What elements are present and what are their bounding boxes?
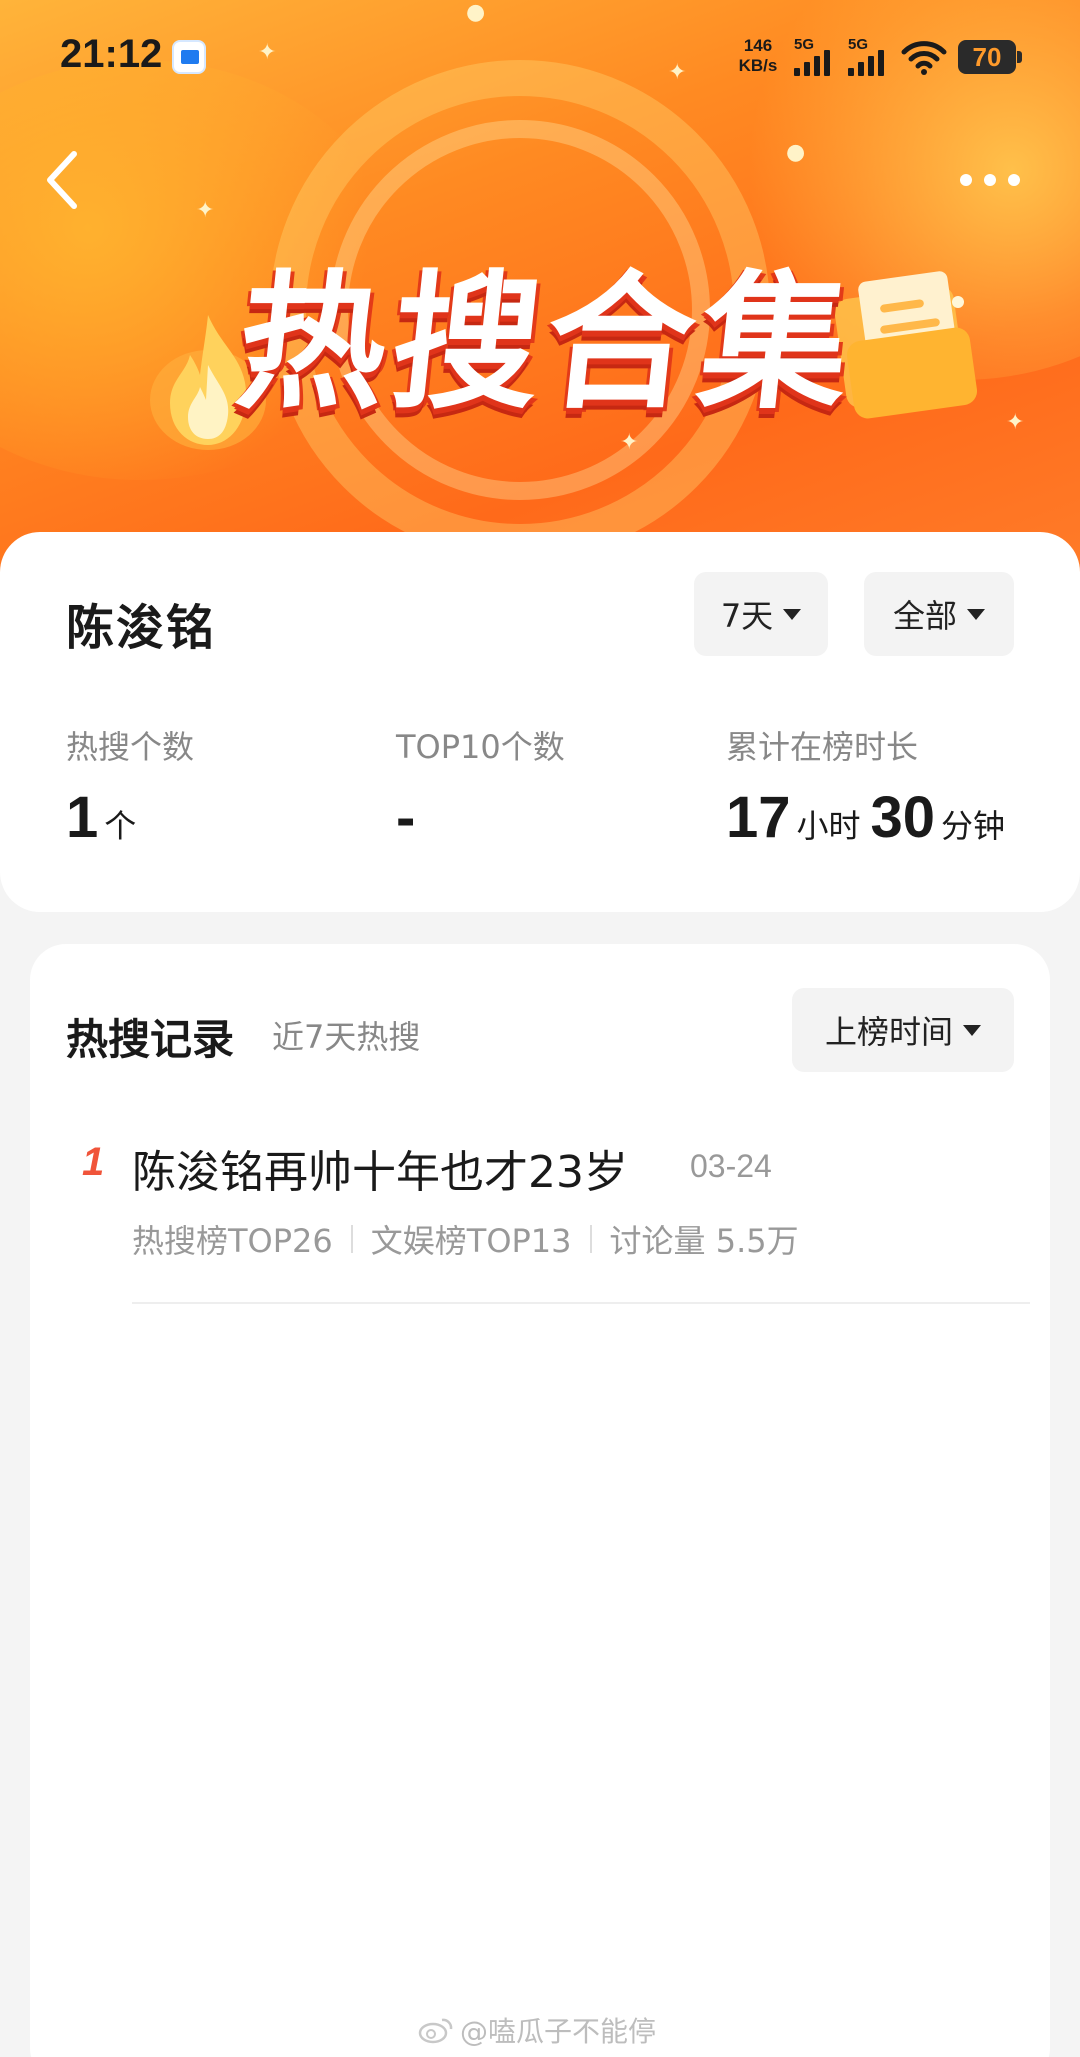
page-title: 热搜合集 xyxy=(229,257,864,429)
sparkle-icon: ✦ xyxy=(196,198,215,223)
dot-icon xyxy=(1008,174,1020,186)
battery-icon: 70 xyxy=(958,40,1022,74)
sort-dropdown[interactable]: 上榜时间 xyxy=(792,988,1014,1072)
caret-down-icon xyxy=(783,608,802,620)
app-notification-icon xyxy=(172,40,206,74)
stat-label-duration: 累计在榜时长 xyxy=(726,728,919,766)
sort-dropdown-label: 上榜时间 xyxy=(824,1013,953,1051)
signal-icon: 5G xyxy=(848,36,894,76)
stat-value-top10-count: - xyxy=(396,785,416,850)
range-dropdown[interactable]: 7天 xyxy=(694,572,828,656)
meta-discussion: 讨论量 5.5万 xyxy=(609,1222,799,1260)
network-speed-unit: KB/s xyxy=(738,56,778,75)
sparkle-icon: ● xyxy=(786,140,806,165)
records-card xyxy=(30,944,1050,2057)
hot-search-title[interactable]: 陈浚铭再帅十年也才23岁 xyxy=(132,1136,628,1200)
dot-icon xyxy=(984,174,996,186)
back-arrow-icon[interactable] xyxy=(36,140,96,220)
person-name: 陈浚铭 xyxy=(63,588,221,658)
hot-search-date: 03-24 xyxy=(690,1148,772,1184)
caret-down-icon xyxy=(967,608,985,620)
status-bar: 21:12 146 KB/s 5G 5G 70 xyxy=(0,0,1080,115)
network-speed: 146 KB/s xyxy=(734,36,782,76)
range-dropdown-label: 7天 xyxy=(720,597,774,635)
records-subtitle: 近7天热搜 xyxy=(272,1018,421,1056)
meta-separator xyxy=(589,1225,592,1253)
records-title: 热搜记录 xyxy=(66,1015,235,1064)
duration-hours-unit: 小时 xyxy=(796,807,861,845)
network-speed-value: 146 xyxy=(743,36,773,55)
watermark: @嗑瓜子不能停 xyxy=(418,2010,656,2050)
meta-separator xyxy=(350,1225,353,1253)
sparkle-icon: ✦ xyxy=(1006,410,1025,435)
duration-hours: 17 xyxy=(726,785,791,850)
status-time: 21:12 xyxy=(60,32,163,76)
divider xyxy=(132,1302,1030,1304)
dot-icon xyxy=(960,174,972,186)
hot-count-number: 1 xyxy=(66,785,99,850)
meta-ent-rank: 文娱榜TOP13 xyxy=(370,1222,572,1260)
stat-value-duration: 17 小时 30 分钟 xyxy=(726,784,1015,851)
more-menu-button[interactable] xyxy=(960,160,1040,200)
stat-label-hot-count: 热搜个数 xyxy=(66,728,195,766)
stat-value-hot-count: 1个 xyxy=(66,784,146,851)
stat-label-top10-count: TOP10个数 xyxy=(396,728,565,766)
filter-dropdown[interactable]: 全部 xyxy=(864,572,1014,656)
weibo-logo-icon xyxy=(418,2018,453,2044)
meta-hot-rank: 热搜榜TOP26 xyxy=(132,1222,333,1260)
duration-minutes: 30 xyxy=(870,785,936,850)
signal-icon: 5G xyxy=(794,36,840,76)
caret-down-icon xyxy=(963,1024,981,1036)
rank-number: 1 xyxy=(82,1140,105,1184)
duration-minutes-unit: 分钟 xyxy=(941,807,1006,845)
hot-count-unit: 个 xyxy=(104,807,137,845)
watermark-text: @嗑瓜子不能停 xyxy=(460,2015,657,2048)
wifi-icon xyxy=(901,41,947,75)
filter-dropdown-label: 全部 xyxy=(892,597,957,635)
hot-search-meta: 热搜榜TOP26 文娱榜TOP13 讨论量 5.5万 xyxy=(132,1216,799,1262)
